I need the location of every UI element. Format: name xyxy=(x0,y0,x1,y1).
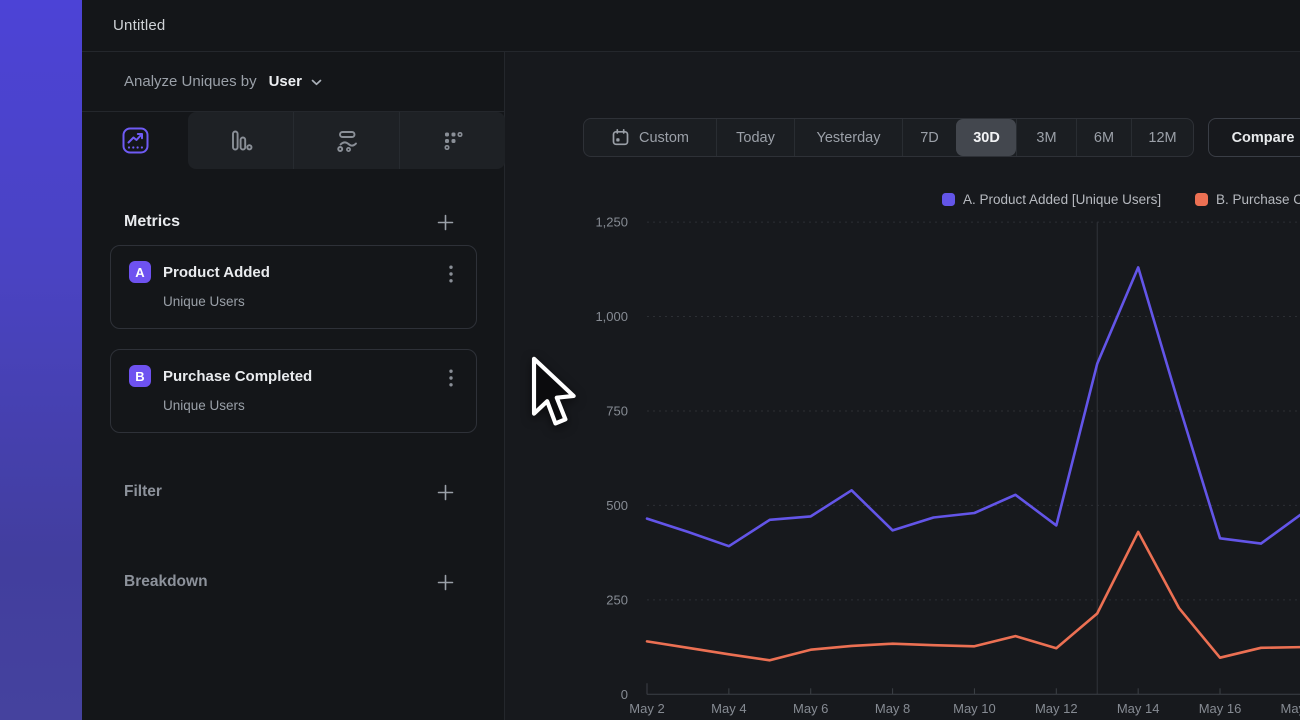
add-filter-button[interactable] xyxy=(436,483,454,501)
line-chart[interactable]: 0 250 500 750 1,000 1,250 May 2 May 4 May 6 May 8… xyxy=(505,52,1300,720)
query-sidebar: Analyze Uniques by User xyxy=(82,52,505,720)
y-tick-label: 0 xyxy=(621,687,628,702)
y-tick-label: 500 xyxy=(606,498,628,513)
metrics-header-label: Metrics xyxy=(124,213,180,231)
series-line-b xyxy=(647,532,1300,660)
filter-header-label: Filter xyxy=(124,483,162,501)
metric-subtitle: Unique Users xyxy=(163,294,458,309)
analyze-label: Analyze Uniques by xyxy=(124,73,257,90)
x-tick-label: May 12 xyxy=(1035,701,1078,716)
metric-card-purchase-completed[interactable]: B Purchase Completed Unique Users xyxy=(110,349,477,433)
tab-line-chart[interactable] xyxy=(82,112,188,169)
x-tick-label: May 18 xyxy=(1281,701,1300,716)
x-tick-label: May 10 xyxy=(953,701,996,716)
mouse-cursor xyxy=(528,355,576,435)
metrics-section-header: Metrics xyxy=(82,213,504,231)
y-tick-label: 250 xyxy=(606,592,628,607)
y-tick-label: 750 xyxy=(606,403,628,418)
filter-section-header: Filter xyxy=(82,472,504,512)
x-tick-label: May 2 xyxy=(629,701,664,716)
y-tick-label: 1,000 xyxy=(595,309,628,324)
add-metric-button[interactable] xyxy=(436,213,454,231)
line-chart-icon xyxy=(122,127,149,154)
tab-retention[interactable] xyxy=(399,112,505,169)
breakdown-section-header: Breakdown xyxy=(82,562,504,602)
y-tick-label: 1,250 xyxy=(595,215,628,230)
kebab-menu-icon[interactable] xyxy=(444,369,458,387)
metric-name: Purchase Completed xyxy=(163,368,312,385)
bar-chart-icon xyxy=(228,128,253,153)
analyze-uniques-row: Analyze Uniques by User xyxy=(82,52,504,112)
tab-flows[interactable] xyxy=(293,112,399,169)
plus-icon xyxy=(437,214,454,231)
plus-icon xyxy=(437,574,454,591)
metric-card-product-added[interactable]: A Product Added Unique Users xyxy=(110,245,477,329)
metric-badge-b: B xyxy=(129,365,151,387)
chevron-down-icon[interactable] xyxy=(311,79,322,86)
add-breakdown-button[interactable] xyxy=(436,573,454,591)
tab-bar-chart[interactable] xyxy=(188,112,293,169)
metric-name: Product Added xyxy=(163,264,270,281)
metric-subtitle: Unique Users xyxy=(163,398,458,413)
metric-badge-a: A xyxy=(129,261,151,283)
x-tick-label: May 14 xyxy=(1117,701,1160,716)
top-bar: Untitled xyxy=(82,0,1300,52)
kebab-menu-icon[interactable] xyxy=(444,265,458,283)
report-title[interactable]: Untitled xyxy=(82,17,165,34)
plus-icon xyxy=(437,484,454,501)
chart-type-tabs xyxy=(82,112,504,169)
inactive-tabs-group xyxy=(188,112,505,169)
x-tick-label: May 6 xyxy=(793,701,828,716)
flows-icon xyxy=(334,128,360,154)
chart-panel: Custom Today Yesterday 7D 30D 3M 6M 12M … xyxy=(505,52,1300,720)
retention-grid-icon xyxy=(440,128,466,154)
analyze-value-dropdown[interactable]: User xyxy=(269,73,302,90)
background-gradient-strip xyxy=(0,0,82,720)
breakdown-header-label: Breakdown xyxy=(124,573,208,591)
series-line-a xyxy=(647,267,1300,546)
app-window: Untitled Analyze Uniques by User xyxy=(0,0,1300,720)
x-tick-label: May 4 xyxy=(711,701,746,716)
x-tick-label: May 16 xyxy=(1199,701,1242,716)
x-tick-label: May 8 xyxy=(875,701,910,716)
